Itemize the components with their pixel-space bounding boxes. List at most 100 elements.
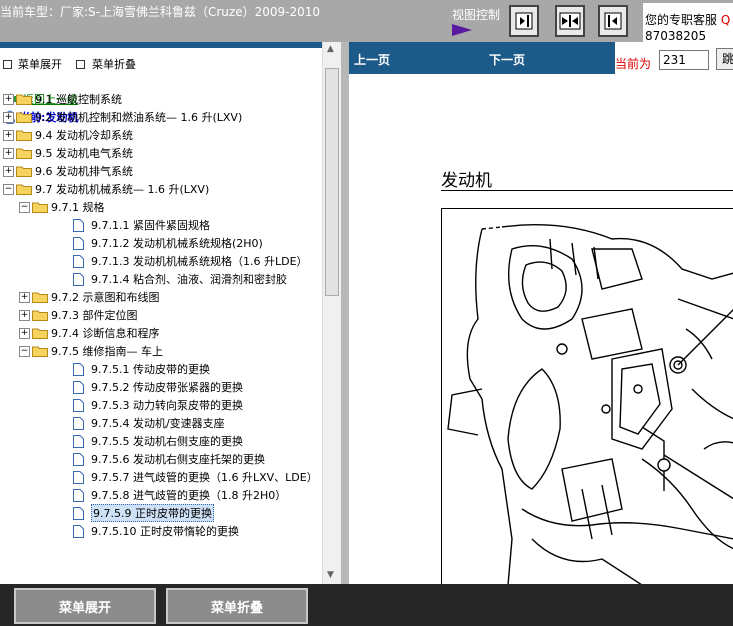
tree-item-label: 9.7.4 诊断信息和程序	[51, 327, 160, 340]
page-nav-bar: 上一页 下一页 当前为 跳	[349, 42, 733, 74]
collapse-square-icon	[76, 60, 85, 69]
prev-page-button[interactable]: 上一页	[354, 51, 390, 68]
collapse-toggle-icon[interactable]: −	[19, 345, 30, 357]
engine-diagram	[441, 208, 733, 584]
tree-folder-item[interactable]: − 9.7.5 维修指南— 车上	[19, 342, 163, 360]
tree-leaf-item[interactable]: 9.7.5.4 发动机/变速器支座	[35, 414, 225, 432]
expand-toggle-icon[interactable]: +	[19, 309, 30, 321]
tree-item-label: 9.7.5.7 进气歧管的更换（1.6 升LXV、LDE）	[91, 471, 318, 484]
tree-leaf-item[interactable]: 9.7.5.5 发动机右侧支座的更换	[35, 432, 243, 450]
menu-expand-link[interactable]: 菜单展开	[18, 56, 62, 72]
document-title: 发动机	[441, 171, 492, 191]
tree-item-label: 9.7.1 规格	[51, 201, 105, 214]
view-control-arrow-icon	[452, 24, 472, 36]
bottom-toolbar: 菜单展开 菜单折叠	[0, 584, 733, 626]
menu-collapse-link[interactable]: 菜单折叠	[92, 56, 136, 72]
tree-item-label: 9.7.1.3 发动机机械系统规格（1.6 升LDE）	[91, 255, 308, 268]
tree-item-label: 9.7.3 部件定位图	[51, 309, 138, 322]
tree-leaf-item[interactable]: 9.7.1.4 粘合剂、油液、润滑剂和密封胶	[35, 270, 287, 288]
view-left-panel-button[interactable]	[509, 5, 539, 37]
tree-item-label: 9.7 发动机机械系统— 1.6 升(LXV)	[35, 183, 210, 196]
engine-line-drawing	[447, 224, 733, 584]
panel-header-strip	[0, 42, 322, 48]
tree-leaf-item[interactable]: 9.7.5.9 正时皮带的更换	[35, 504, 214, 522]
document-icon	[73, 488, 84, 502]
scroll-up-icon[interactable]: ▲	[327, 44, 334, 54]
scroll-down-icon[interactable]: ▼	[327, 570, 334, 580]
tree-item-label: 9.7.5.2 传动皮带张紧器的更换	[91, 381, 243, 394]
tree-folder-item[interactable]: +9.1 巡航控制系统	[3, 90, 122, 108]
document-icon	[73, 416, 84, 430]
tree-folder-item[interactable]: − 9.7.1 规格	[19, 198, 105, 216]
document-icon	[73, 380, 84, 394]
document-icon	[73, 218, 84, 232]
tree-item-label: 9.7.2 示意图和布线图	[51, 291, 160, 304]
expand-toggle-icon[interactable]: +	[19, 327, 30, 339]
tree-folder-item[interactable]: +9.2 发动机控制和燃油系统— 1.6 升(LXV)	[3, 108, 242, 126]
tree-folder-item[interactable]: +9.5 发动机电气系统	[3, 144, 133, 162]
tree-item-label: 9.2 发动机控制和燃油系统— 1.6 升(LXV)	[35, 111, 243, 124]
folder-icon	[32, 310, 48, 321]
menu-tree-panel: 菜单展开 菜单折叠 返回上一级 当前:发动机 +9.1 巡航控制系统 +9.2 发…	[0, 42, 341, 584]
folder-icon	[16, 112, 32, 123]
tree-item-label: 9.7.1.1 紧固件紧固规格	[91, 219, 210, 232]
expand-toggle-icon[interactable]: +	[3, 129, 14, 141]
tree-scrollbar[interactable]: ▲ ▼	[322, 42, 341, 584]
tree-item-label: 9.7.5.8 进气歧管的更换（1.8 升2H0）	[91, 489, 287, 502]
tree-leaf-item[interactable]: 9.7.5.10 正时皮带惰轮的更换	[35, 522, 239, 540]
document-icon	[73, 524, 84, 538]
support-accent: Q	[720, 13, 731, 27]
page-number-input[interactable]	[659, 50, 709, 70]
folder-icon	[16, 130, 32, 141]
tree-leaf-item[interactable]: 9.7.5.3 动力转向泵皮带的更换	[35, 396, 243, 414]
tree-leaf-item[interactable]: 9.7.5.8 进气歧管的更换（1.8 升2H0）	[35, 486, 286, 504]
tree-item-label: 9.7.5.10 正时皮带惰轮的更换	[91, 525, 239, 538]
expand-toggle-icon[interactable]: +	[3, 93, 14, 105]
tree-leaf-item[interactable]: 9.7.1.2 发动机机械系统规格(2H0)	[35, 234, 263, 252]
tree-item-label: 9.7.1.4 粘合剂、油液、润滑剂和密封胶	[91, 273, 287, 286]
tree-folder-item[interactable]: +9.7.4 诊断信息和程序	[19, 324, 160, 342]
collapse-toggle-icon[interactable]: −	[19, 201, 30, 213]
bottom-collapse-button[interactable]: 菜单折叠	[166, 588, 308, 624]
view-split-button[interactable]	[555, 5, 585, 37]
document-icon	[73, 362, 84, 376]
document-icon	[73, 236, 84, 250]
tree-leaf-item[interactable]: 9.7.1.3 发动机机械系统规格（1.6 升LDE）	[35, 252, 308, 270]
expand-toggle-icon[interactable]: +	[3, 111, 14, 123]
expand-square-icon	[3, 60, 12, 69]
tree-item-label: 9.7.1.2 发动机机械系统规格(2H0)	[91, 237, 263, 250]
tree-leaf-item[interactable]: 9.7.5.6 发动机右侧支座托架的更换	[35, 450, 265, 468]
tree-leaf-item[interactable]: 9.7.5.7 进气歧管的更换（1.6 升LXV、LDE）	[35, 468, 318, 486]
page-jump-box: 当前为 跳	[615, 42, 733, 74]
tree-item-label: 9.6 发动机排气系统	[35, 165, 133, 178]
folder-icon	[32, 328, 48, 339]
next-page-button[interactable]: 下一页	[489, 51, 525, 68]
expand-toggle-icon[interactable]: +	[3, 165, 14, 177]
tree-folder-item[interactable]: +9.4 发动机冷却系统	[3, 126, 133, 144]
tree-leaf-item[interactable]: 9.7.1.1 紧固件紧固规格	[35, 216, 210, 234]
tree-folder-item[interactable]: +9.7.3 部件定位图	[19, 306, 138, 324]
folder-open-icon	[16, 184, 32, 195]
tree-item-label: 9.7.5 维修指南— 车上	[51, 345, 163, 358]
expand-toggle-icon[interactable]: +	[3, 147, 14, 159]
split-view-icon	[559, 12, 581, 30]
document-icon	[73, 254, 84, 268]
scrollbar-thumb[interactable]	[325, 68, 339, 296]
tree-leaf-item[interactable]: 9.7.5.2 传动皮带张紧器的更换	[35, 378, 243, 396]
tree-leaf-item[interactable]: 9.7.5.1 传动皮带的更换	[35, 360, 210, 378]
expand-toggle-icon[interactable]: +	[19, 291, 30, 303]
title-divider	[441, 190, 733, 191]
collapse-left-icon	[604, 12, 622, 30]
collapse-right-icon	[515, 12, 533, 30]
tree-folder-item[interactable]: − 9.7 发动机机械系统— 1.6 升(LXV)	[3, 180, 209, 198]
document-icon	[73, 272, 84, 286]
tree-item-label: 9.7.5.3 动力转向泵皮带的更换	[91, 399, 243, 412]
document-icon	[73, 434, 84, 448]
tree-folder-item[interactable]: +9.7.2 示意图和布线图	[19, 288, 160, 306]
collapse-toggle-icon[interactable]: −	[3, 183, 14, 195]
view-right-panel-button[interactable]	[598, 5, 628, 37]
car-model-title: 当前车型：厂家:S-上海雪佛兰科鲁兹（Cruze）2009-2010	[0, 5, 320, 19]
tree-folder-item[interactable]: +9.6 发动机排气系统	[3, 162, 133, 180]
bottom-expand-button[interactable]: 菜单展开	[14, 588, 156, 624]
jump-button[interactable]: 跳	[716, 48, 733, 70]
